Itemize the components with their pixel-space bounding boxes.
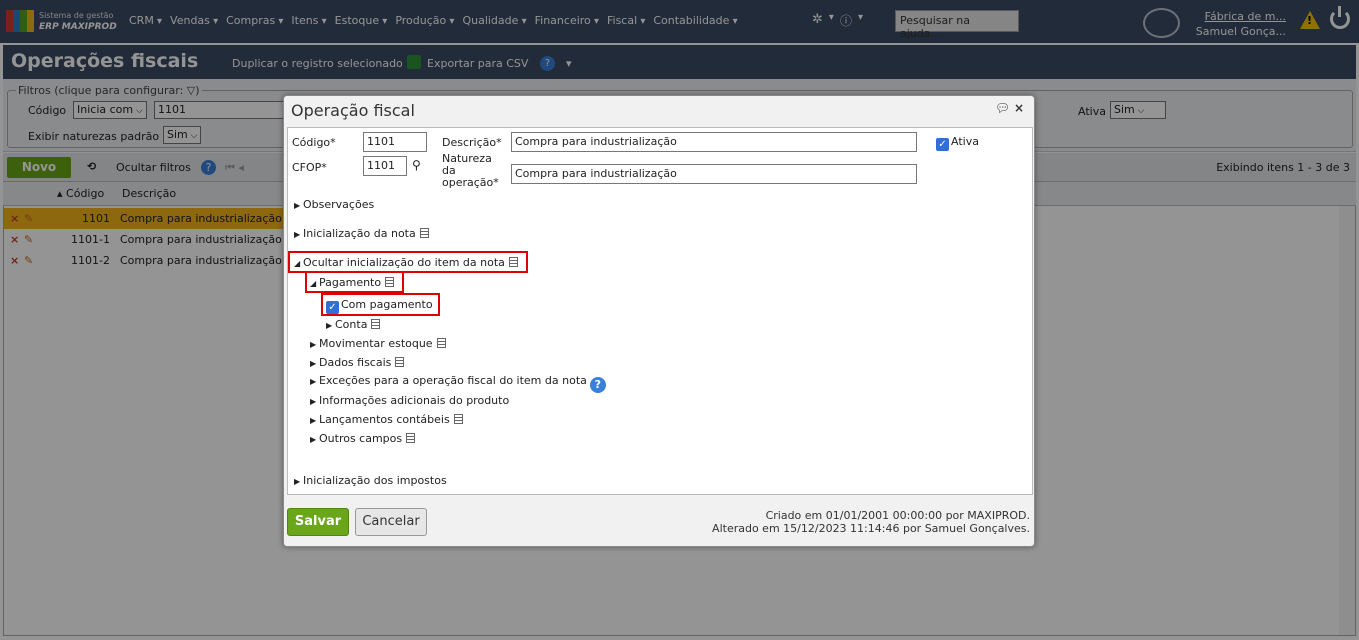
- checkbox-checked-icon[interactable]: ✓: [936, 138, 949, 151]
- help-icon[interactable]: ?: [589, 377, 606, 393]
- dialog-controls: 💬︎ ×: [995, 101, 1024, 115]
- notes-icon[interactable]: [419, 228, 429, 238]
- descricao-label: Descrição*: [442, 136, 502, 149]
- caret-right-icon: ▶: [294, 201, 301, 210]
- codigo-label: Código*: [292, 136, 336, 149]
- descricao-field[interactable]: Compra para industrialização: [511, 132, 917, 152]
- ativa-checkbox[interactable]: ✓ Ativa: [936, 136, 979, 151]
- ocultar-inicializacao-item-section[interactable]: ◢ Ocultar inicialização do item da nota: [294, 256, 518, 269]
- close-icon[interactable]: ×: [1014, 101, 1024, 115]
- caret-down-icon: ◢: [310, 279, 317, 288]
- search-icon[interactable]: ⚲: [412, 159, 421, 171]
- pagamento-section[interactable]: ◢ Pagamento: [310, 276, 395, 289]
- notes-icon[interactable]: [385, 277, 395, 287]
- notes-icon[interactable]: [436, 338, 446, 348]
- movimentar-estoque-section[interactable]: ▶ Movimentar estoque: [310, 337, 446, 350]
- caret-right-icon: ▶: [294, 477, 301, 486]
- lancamentos-contabeis-section[interactable]: ▶ Lançamentos contábeis: [310, 413, 463, 426]
- checkbox-checked-icon[interactable]: ✓: [326, 301, 339, 314]
- notes-icon[interactable]: [406, 433, 416, 443]
- created-info: Criado em 01/01/2001 00:00:00 por MAXIPR…: [765, 509, 1030, 522]
- notes-icon[interactable]: [508, 257, 518, 267]
- save-button[interactable]: Salvar: [287, 508, 349, 536]
- comment-icon[interactable]: 💬︎: [995, 101, 1010, 115]
- dados-fiscais-section[interactable]: ▶ Dados fiscais: [310, 356, 405, 369]
- caret-right-icon: ▶: [310, 359, 317, 368]
- dialog-form: Código* 1101 Descrição* Compra para indu…: [287, 127, 1033, 495]
- notes-icon[interactable]: [395, 357, 405, 367]
- conta-section[interactable]: ▶ Conta: [326, 318, 381, 331]
- operacao-fiscal-dialog: Operação fiscal 💬︎ × Código* 1101 Descri…: [283, 95, 1035, 547]
- natureza-field[interactable]: Compra para industrialização: [511, 164, 917, 184]
- cfop-field[interactable]: 1101: [363, 156, 407, 176]
- audit-info: Criado em 01/01/2001 00:00:00 por MAXIPR…: [712, 509, 1030, 535]
- cfop-label: CFOP*: [292, 161, 327, 174]
- com-pagamento-checkbox[interactable]: ✓ Com pagamento: [326, 298, 433, 314]
- natureza-label: Natureza da operação*: [442, 152, 499, 189]
- caret-right-icon: ▶: [310, 377, 317, 386]
- caret-right-icon: ▶: [310, 435, 317, 444]
- inicializacao-nota-section[interactable]: ▶ Inicialização da nota: [294, 227, 429, 240]
- codigo-field[interactable]: 1101: [363, 132, 427, 152]
- caret-right-icon: ▶: [310, 416, 317, 425]
- dialog-title: Operação fiscal: [291, 101, 415, 120]
- caret-right-icon: ▶: [310, 397, 317, 406]
- observacoes-section[interactable]: ▶ Observações: [294, 198, 374, 211]
- inicializacao-impostos-section[interactable]: ▶ Inicialização dos impostos: [294, 474, 447, 487]
- outros-campos-section[interactable]: ▶ Outros campos: [310, 432, 416, 445]
- informacoes-adicionais-section[interactable]: ▶ Informações adicionais do produto: [310, 394, 509, 407]
- cancel-button[interactable]: Cancelar: [355, 508, 427, 536]
- modified-info: Alterado em 15/12/2023 11:14:46 por Samu…: [712, 522, 1030, 535]
- caret-right-icon: ▶: [294, 230, 301, 239]
- excecoes-section[interactable]: ▶ Exceções para a operação fiscal do item…: [310, 374, 606, 393]
- notes-icon[interactable]: [453, 414, 463, 424]
- caret-right-icon: ▶: [326, 321, 333, 330]
- caret-right-icon: ▶: [310, 340, 317, 349]
- caret-down-icon: ◢: [294, 259, 301, 268]
- notes-icon[interactable]: [371, 319, 381, 329]
